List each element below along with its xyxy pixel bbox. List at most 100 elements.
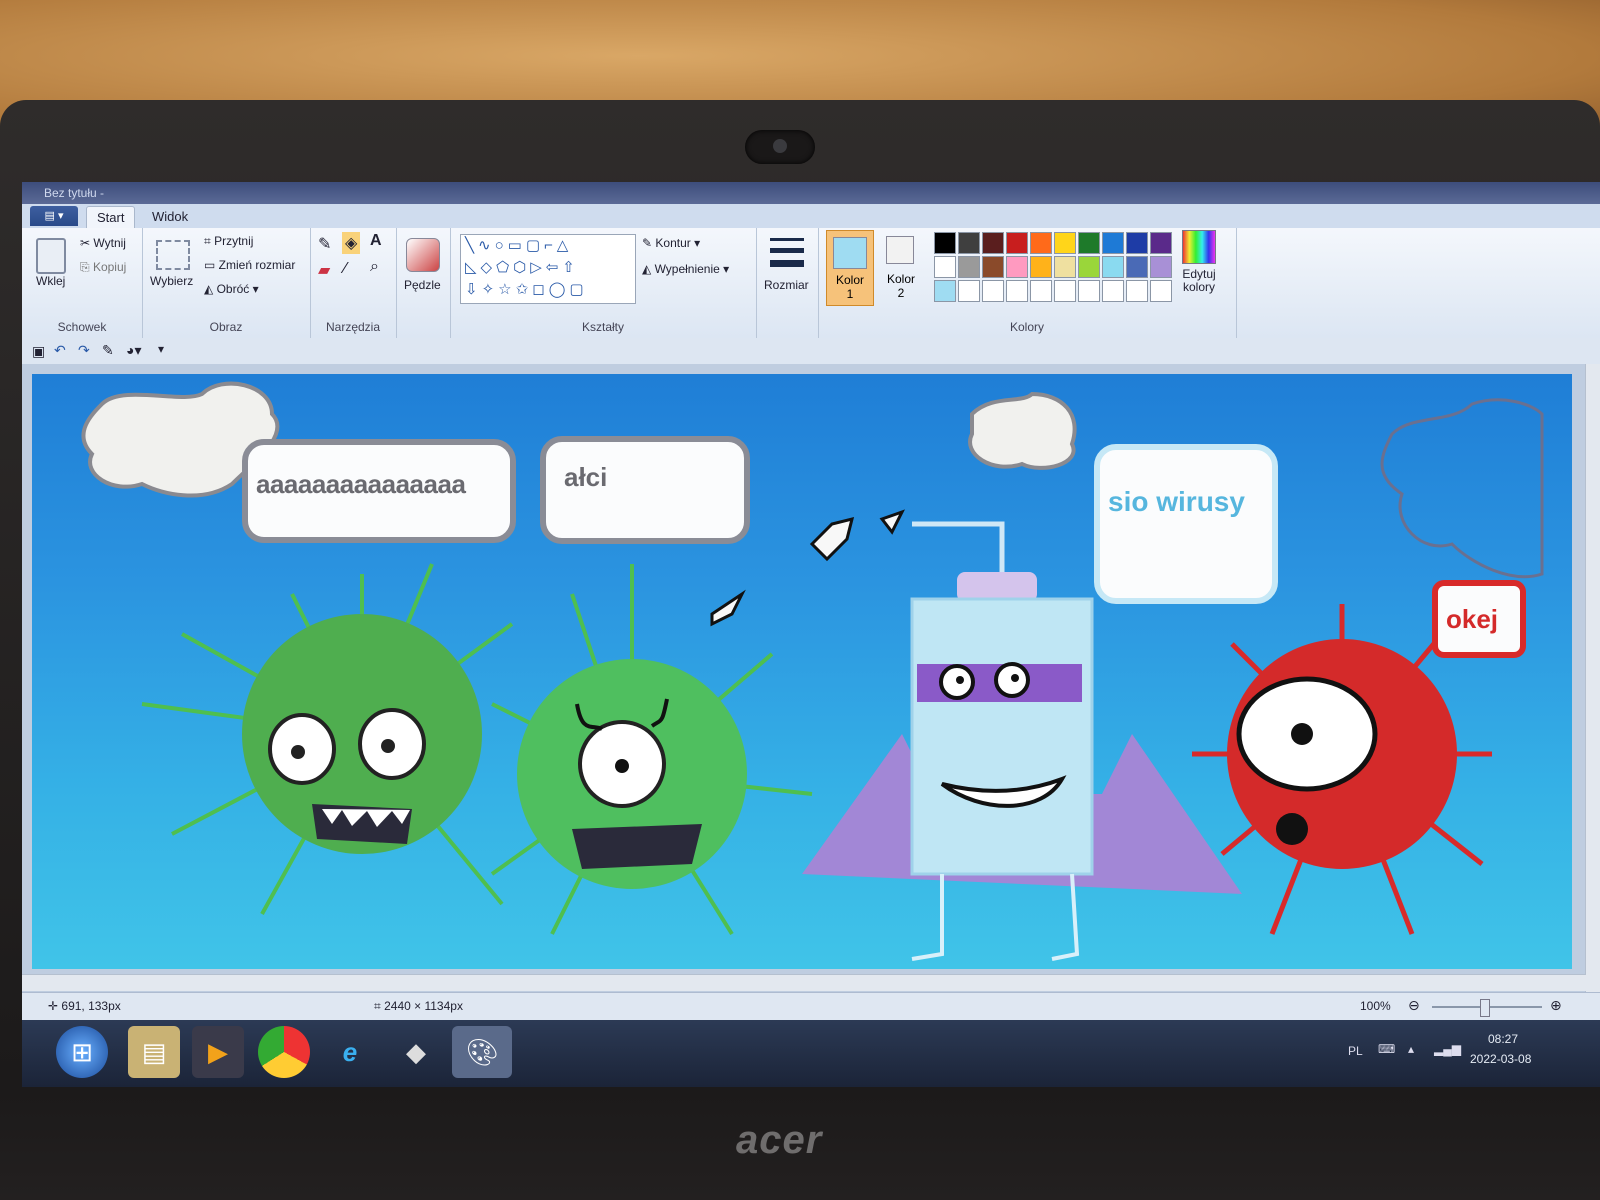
- size-line-thin: [770, 238, 804, 241]
- palette-swatch[interactable]: [1006, 256, 1028, 278]
- colors-group: Kolor 1 Kolor 2 Edytuj kolory Kolory: [818, 228, 1237, 338]
- rotate-label: Obróć: [216, 282, 250, 296]
- paint-taskbar-icon[interactable]: 🎨︎: [452, 1026, 512, 1078]
- fragment: [879, 509, 905, 535]
- roblox-icon[interactable]: ◆: [390, 1026, 442, 1078]
- keyboard-icon[interactable]: ⌨: [1378, 1042, 1395, 1056]
- edit-colors-icon[interactable]: [1182, 230, 1216, 264]
- palette-swatch[interactable]: [1030, 232, 1052, 254]
- customize-chevron-icon[interactable]: ▾: [158, 342, 164, 356]
- palette-swatch[interactable]: [1102, 232, 1124, 254]
- size-group[interactable]: Rozmiar: [756, 228, 819, 338]
- redo-icon[interactable]: ↷: [78, 342, 90, 359]
- palette-swatch[interactable]: [982, 256, 1004, 278]
- shapes-gallery[interactable]: ╲∿○▭▢⌐△ ◺◇⬠⬡▷⇦⇧ ⇩✧☆✩◻◯▢: [460, 234, 636, 304]
- palette-swatch[interactable]: [1150, 232, 1172, 254]
- palette-swatch[interactable]: [1054, 256, 1076, 278]
- palette-swatch[interactable]: [934, 232, 956, 254]
- palette-swatch[interactable]: [1126, 232, 1148, 254]
- color1-swatch: [833, 237, 867, 269]
- zoom-in-icon[interactable]: ⊕: [1550, 997, 1562, 1014]
- explorer-icon[interactable]: ▤: [128, 1026, 180, 1078]
- file-menu-button[interactable]: ▤ ▾: [30, 206, 78, 226]
- brand-logo: acer: [736, 1118, 823, 1162]
- virus2-mouth: [572, 824, 702, 869]
- speech-bubble-4: okej: [1432, 580, 1526, 658]
- brush-icon: [406, 238, 440, 272]
- palette-swatch[interactable]: [1102, 280, 1124, 302]
- magnifier-icon[interactable]: ⌕: [370, 258, 379, 276]
- palette-swatch[interactable]: [1006, 232, 1028, 254]
- color1-selector[interactable]: Kolor 1: [826, 230, 874, 306]
- fragment: [809, 516, 855, 562]
- palette-swatch[interactable]: [934, 280, 956, 302]
- paste-button[interactable]: Wklej: [36, 274, 65, 288]
- fill-label: Wypełnienie: [654, 262, 720, 276]
- drawing-canvas[interactable]: aaaaaaaaaaaaaaa ałci sio wirusy okej: [32, 374, 1572, 969]
- eraser-icon[interactable]: ▰: [318, 260, 330, 280]
- palette-swatch[interactable]: [1078, 280, 1100, 302]
- undo-icon[interactable]: ↶: [54, 342, 66, 359]
- tab-view[interactable]: Widok: [142, 206, 198, 228]
- palette-swatch[interactable]: [1150, 256, 1172, 278]
- color-picker-icon[interactable]: ⁄: [344, 260, 347, 278]
- brushes-group[interactable]: Pędzle: [396, 228, 451, 338]
- horizontal-scrollbar[interactable]: [22, 974, 1586, 991]
- media-player-icon[interactable]: ▶: [192, 1026, 244, 1078]
- color2-label: Kolor: [886, 272, 915, 286]
- tab-start[interactable]: Start: [86, 206, 136, 229]
- outline-label: Kontur: [655, 236, 691, 250]
- palette-swatch[interactable]: [1006, 280, 1028, 302]
- palette-swatch[interactable]: [1078, 256, 1100, 278]
- select-button[interactable]: Wybierz: [150, 274, 193, 288]
- zoom-level: 100%: [1360, 999, 1391, 1013]
- palette-swatch[interactable]: [1126, 256, 1148, 278]
- palette-swatch[interactable]: [1054, 232, 1076, 254]
- zoom-out-icon[interactable]: ⊖: [1408, 997, 1420, 1014]
- palette-swatch[interactable]: [958, 232, 980, 254]
- crop-label: Przytnij: [214, 234, 254, 248]
- color2-selector[interactable]: Kolor 2: [878, 230, 924, 304]
- bubble-3-text: sio wirusy: [1108, 486, 1245, 517]
- text-icon[interactable]: A: [370, 232, 382, 250]
- save-icon[interactable]: ▣: [32, 343, 45, 360]
- clock-date[interactable]: 2022-03-08: [1470, 1052, 1531, 1066]
- palette-swatch[interactable]: [1030, 256, 1052, 278]
- rotate-button[interactable]: ◭ Obróć ▾: [204, 282, 259, 296]
- palette-swatch[interactable]: [1102, 256, 1124, 278]
- chrome-icon[interactable]: [258, 1026, 310, 1078]
- pencil-quick-icon[interactable]: ✎: [102, 342, 114, 359]
- palette-swatch[interactable]: [1150, 280, 1172, 302]
- start-button-icon[interactable]: ⊞: [56, 1026, 108, 1078]
- palette-swatch[interactable]: [1030, 280, 1052, 302]
- rotate-icon: ◭: [204, 282, 217, 296]
- pencil-icon[interactable]: ✎: [318, 234, 331, 254]
- fill-icon[interactable]: ◈: [342, 232, 361, 254]
- red-virus-mouth: [1276, 813, 1308, 845]
- palette-swatch[interactable]: [1054, 280, 1076, 302]
- vertical-scrollbar[interactable]: [1585, 364, 1600, 992]
- palette-swatch[interactable]: [934, 256, 956, 278]
- outline-button[interactable]: ✎ Kontur ▾: [642, 236, 700, 250]
- palette-swatch[interactable]: [1126, 280, 1148, 302]
- clock-time[interactable]: 08:27: [1488, 1032, 1518, 1046]
- legs: [911, 873, 1080, 961]
- internet-explorer-icon[interactable]: e: [324, 1026, 376, 1078]
- edit-colors-button[interactable]: Edytuj kolory: [1176, 268, 1222, 294]
- palette-quick-icon[interactable]: ◕▾: [126, 342, 141, 359]
- signal-icon[interactable]: ▂▄▆: [1434, 1042, 1461, 1056]
- resize-button[interactable]: ▭ Zmień rozmiar: [204, 258, 295, 272]
- zoom-slider-thumb[interactable]: [1480, 999, 1490, 1017]
- palette-swatch[interactable]: [958, 256, 980, 278]
- copy-button[interactable]: ⎘ Kopiuj: [80, 260, 126, 275]
- language-indicator[interactable]: PL: [1348, 1044, 1363, 1058]
- cut-button[interactable]: ✂ Wytnij: [80, 236, 126, 250]
- fill-button[interactable]: ◭ Wypełnienie ▾: [642, 262, 729, 276]
- palette-swatch[interactable]: [982, 280, 1004, 302]
- palette-swatch[interactable]: [1078, 232, 1100, 254]
- palette-swatch[interactable]: [982, 232, 1004, 254]
- crop-button[interactable]: ⌗ Przytnij: [204, 234, 253, 249]
- bubble-2-text: ałci: [564, 462, 608, 492]
- tray-chevron-icon[interactable]: ▴: [1408, 1042, 1414, 1056]
- palette-swatch[interactable]: [958, 280, 980, 302]
